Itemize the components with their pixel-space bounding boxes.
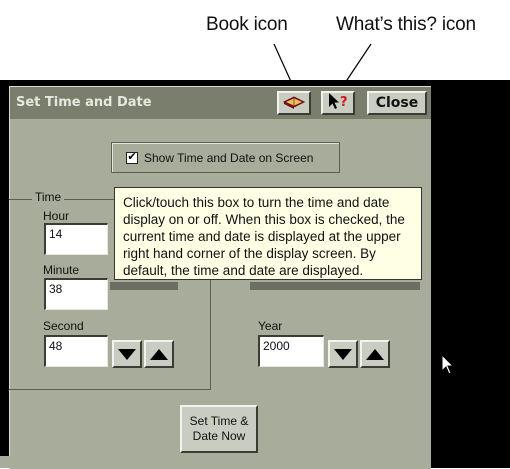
hour-field[interactable]: 14 — [44, 223, 108, 255]
whats-this-button[interactable]: ? — [321, 91, 355, 115]
second-increment-button[interactable] — [144, 340, 174, 368]
window-title: Set Time and Date — [16, 95, 152, 110]
minute-label: Minute — [43, 263, 80, 277]
arrow-down-icon — [118, 348, 136, 360]
whats-this-tooltip: Click/touch this box to turn the time an… — [114, 187, 422, 280]
corner-fragment — [0, 456, 12, 468]
year-field[interactable]: 2000 — [258, 335, 324, 367]
arrow-up-icon — [150, 348, 168, 360]
second-decrement-button[interactable] — [112, 340, 142, 368]
book-button[interactable] — [277, 91, 311, 115]
second-field[interactable]: 48 — [44, 335, 108, 367]
svg-text:?: ? — [340, 95, 348, 110]
time-group-title: Time — [32, 190, 65, 204]
second-label: Second — [43, 319, 84, 333]
mouse-cursor-icon — [441, 353, 457, 383]
show-time-date-label: Show Time and Date on Screen — [144, 150, 314, 165]
date-field-partial — [250, 282, 420, 290]
year-label: Year — [258, 319, 283, 333]
title-bar: Set Time and Date ? Close — [10, 87, 431, 119]
year-increment-button[interactable] — [360, 340, 390, 368]
hour-label: Hour — [43, 209, 70, 223]
close-button[interactable]: Close — [367, 91, 427, 115]
year-decrement-button[interactable] — [328, 340, 358, 368]
arrow-down-icon — [334, 348, 352, 360]
minute-field[interactable]: 38 — [44, 278, 108, 310]
set-time-date-now-button[interactable]: Set Time & Date Now — [180, 405, 258, 453]
arrow-up-icon — [366, 348, 384, 360]
whats-this-icon: ? — [326, 92, 350, 115]
book-icon — [282, 93, 306, 114]
minute-spinner-partial — [110, 282, 178, 290]
show-time-date-toggle[interactable]: ✔ Show Time and Date on Screen — [111, 142, 340, 173]
show-time-date-checkbox[interactable]: ✔ — [126, 151, 138, 164]
set-time-date-dialog: Set Time and Date ? Close ✔ Show Time an… — [9, 86, 431, 469]
